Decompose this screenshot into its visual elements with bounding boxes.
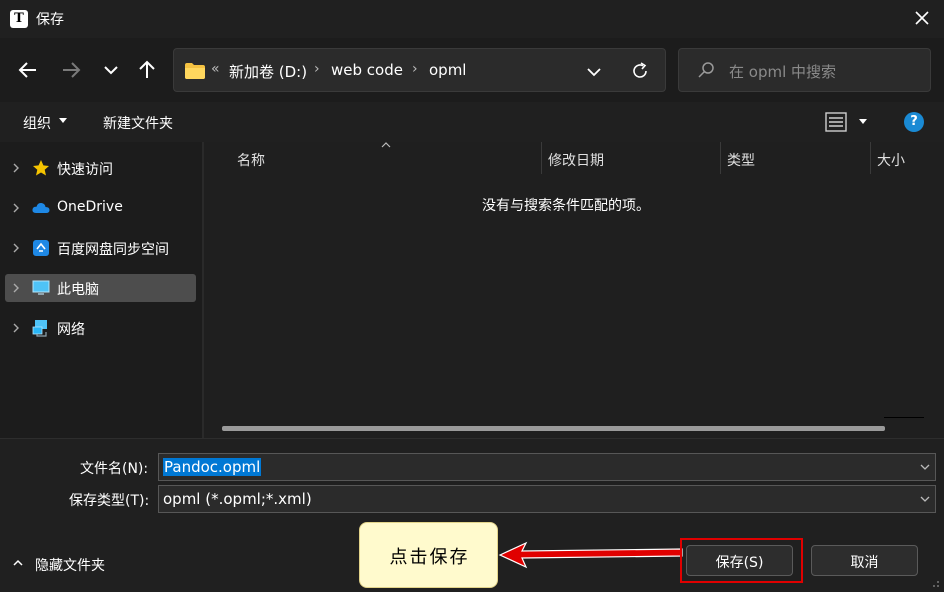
breadcrumb-opml[interactable]: opml (429, 61, 466, 79)
window-title: 保存 (36, 12, 64, 28)
empty-folder-message: 没有与搜索条件匹配的项。 (482, 198, 650, 214)
view-options-icon[interactable] (825, 112, 847, 132)
callout-text: 点击保存 (389, 547, 470, 568)
chevron-down-icon[interactable] (919, 462, 931, 472)
save-button[interactable]: 保存(S) (686, 545, 793, 576)
address-bar[interactable]: « 新加卷 (D:) › web code › opml (173, 48, 666, 92)
sidebar-item-this-pc[interactable]: 此电脑 (5, 274, 196, 302)
title-bar: T 保存 (0, 0, 944, 38)
recent-locations-chevron-icon[interactable] (97, 56, 125, 84)
filetype-select[interactable]: opml (*.opml;*.xml) (158, 485, 936, 513)
column-header-name[interactable]: 名称 (237, 150, 265, 170)
new-folder-button[interactable]: 新建文件夹 (103, 113, 173, 133)
address-dropdown-chevron-icon[interactable] (584, 61, 604, 81)
sidebar-item-quick-access[interactable]: 快速访问 (5, 154, 196, 182)
file-list: 名称 修改日期 类型 大小 没有与搜索条件匹配的项。 (204, 142, 944, 438)
resize-grip-icon[interactable] (930, 578, 940, 588)
filename-field[interactable]: Pandoc.opml (158, 453, 936, 481)
cloud-icon (32, 202, 50, 213)
help-icon[interactable]: ? (904, 112, 924, 132)
close-icon[interactable] (912, 8, 932, 28)
sidebar-item-label: 快速访问 (57, 162, 113, 178)
navigation-bar: « 新加卷 (D:) › web code › opml 在 opml 中搜索 (0, 38, 944, 102)
annotation-callout: 点击保存 (359, 522, 498, 588)
save-button-label: 保存(S) (715, 555, 764, 571)
caret-down-icon[interactable] (858, 116, 868, 126)
sidebar-item-label: 此电脑 (57, 282, 99, 298)
column-divider[interactable] (870, 142, 871, 174)
chevron-up-icon[interactable] (12, 558, 24, 568)
search-icon (698, 62, 714, 78)
sidebar-item-label: 网络 (57, 322, 85, 338)
column-header-size[interactable]: 大小 (877, 150, 905, 170)
column-divider[interactable] (541, 142, 542, 174)
annotation-arrow (498, 541, 683, 569)
folder-icon (185, 63, 205, 79)
sidebar-item-baidu-netdisk[interactable]: 百度网盘同步空间 (5, 234, 196, 262)
breadcrumb-web-code[interactable]: web code (331, 61, 403, 79)
computer-icon (32, 280, 50, 295)
divider (884, 417, 924, 418)
chevron-right-icon[interactable] (11, 162, 21, 174)
sidebar-item-label: OneDrive (57, 199, 123, 215)
chevron-right-icon[interactable] (11, 322, 21, 334)
chevron-down-icon[interactable] (919, 494, 931, 504)
network-icon (32, 320, 47, 337)
organize-menu-button[interactable]: 组织 (23, 113, 51, 133)
column-divider[interactable] (720, 142, 721, 174)
up-arrow-icon[interactable] (133, 56, 161, 84)
star-icon (33, 160, 49, 176)
search-input[interactable]: 在 opml 中搜索 (678, 48, 931, 92)
command-toolbar: 组织 新建文件夹 ? (0, 102, 944, 142)
filename-label: 文件名(N): (80, 461, 149, 477)
forward-arrow-icon[interactable] (57, 56, 85, 84)
horizontal-scrollbar[interactable] (222, 426, 885, 431)
hide-folders-label[interactable]: 隐藏文件夹 (35, 555, 105, 575)
breadcrumb-overflow[interactable]: « (211, 61, 220, 77)
back-arrow-icon[interactable] (14, 56, 42, 84)
chevron-right-icon[interactable] (11, 282, 21, 294)
baidu-netdisk-icon (33, 240, 49, 256)
cancel-button[interactable]: 取消 (811, 545, 918, 576)
caret-down-icon[interactable] (58, 115, 68, 125)
navigation-pane: 快速访问 OneDrive 百度网盘同步空间 此电脑 网络 (0, 142, 202, 438)
sidebar-item-network[interactable]: 网络 (5, 314, 196, 342)
sidebar-item-label: 百度网盘同步空间 (57, 242, 169, 258)
breadcrumb-drive[interactable]: 新加卷 (D:) (229, 61, 307, 82)
chevron-right-icon[interactable] (11, 202, 21, 214)
search-placeholder: 在 opml 中搜索 (729, 63, 837, 81)
chevron-right-icon[interactable] (11, 242, 21, 254)
column-header-type[interactable]: 类型 (727, 150, 755, 170)
app-icon: T (10, 10, 28, 28)
filename-value[interactable]: Pandoc.opml (163, 458, 262, 476)
filetype-label: 保存类型(T): (69, 493, 150, 509)
save-options-pane: 文件名(N): Pandoc.opml 保存类型(T): opml (*.opm… (0, 438, 944, 592)
cancel-button-label: 取消 (850, 555, 879, 571)
sidebar-item-onedrive[interactable]: OneDrive (5, 194, 196, 222)
filetype-value: opml (*.opml;*.xml) (163, 490, 312, 508)
breadcrumb-separator[interactable]: › (412, 61, 418, 77)
sort-ascending-icon (381, 142, 391, 148)
column-header-modified[interactable]: 修改日期 (548, 150, 604, 170)
refresh-icon[interactable] (630, 61, 650, 81)
breadcrumb-separator[interactable]: › (314, 61, 320, 77)
